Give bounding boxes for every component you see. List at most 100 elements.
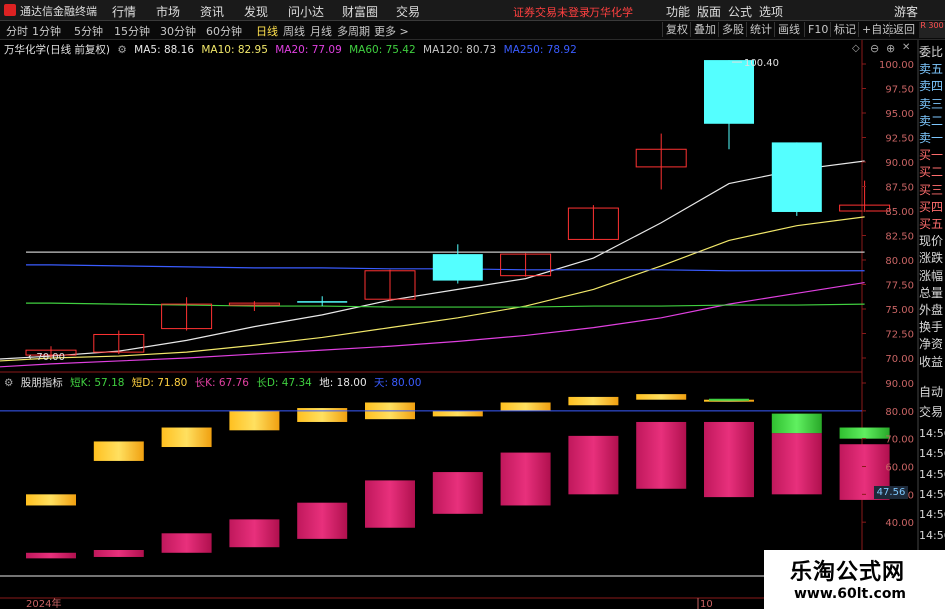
side-lower-label: 14:56 bbox=[919, 467, 945, 481]
side-label: 涨跌 bbox=[919, 251, 944, 266]
side-label: 买五 bbox=[919, 217, 944, 231]
side-label: 收益 bbox=[919, 354, 944, 369]
ma60-label: MA60: 75.42 bbox=[349, 44, 416, 56]
indicator-legend: ⚙ 股朋指标 短K: 57.18 短D: 71.80 长K: 67.76 长D:… bbox=[4, 375, 425, 389]
price-tick-label: 90.00 bbox=[885, 158, 914, 169]
watermark: 乐淘公式网 www.60lt.com bbox=[764, 550, 945, 609]
short-bar bbox=[93, 441, 144, 461]
ma60-line bbox=[26, 302, 865, 308]
close-icon[interactable]: ✕ bbox=[902, 42, 910, 53]
candle-body-down bbox=[771, 142, 822, 212]
price-tick-label: 100.00 bbox=[879, 60, 914, 71]
long-bar bbox=[26, 552, 76, 559]
long-bar bbox=[568, 435, 619, 495]
short-bar-green bbox=[839, 427, 890, 439]
diamond-icon[interactable]: ◇ bbox=[852, 43, 860, 54]
side-label: 卖五 bbox=[919, 62, 944, 77]
side-lower-label: 14:56 bbox=[919, 426, 945, 440]
long-bar bbox=[229, 519, 280, 548]
long-d-label: 长D: 47.34 bbox=[256, 377, 312, 389]
price-tick-label: 82.50 bbox=[885, 232, 914, 243]
side-lower-label: 自动 bbox=[919, 385, 944, 399]
ma20-line bbox=[0, 281, 865, 368]
ma10-label: MA10: 82.95 bbox=[201, 44, 268, 56]
side-label: 卖四 bbox=[919, 79, 944, 94]
side-label: 换手 bbox=[919, 320, 944, 335]
indicator-title[interactable]: 股朋指标 bbox=[21, 377, 63, 389]
side-label: 卖三 bbox=[919, 96, 944, 111]
zoom-out-icon[interactable]: ⊖ bbox=[870, 42, 879, 55]
candle-body-down bbox=[704, 60, 754, 124]
long-bar bbox=[704, 421, 754, 498]
price-tick-label: 77.50 bbox=[885, 281, 914, 292]
di-label: 地: 18.00 bbox=[319, 377, 367, 389]
high-annotation: 100.40 bbox=[744, 58, 779, 69]
long-bar bbox=[432, 472, 483, 514]
short-bar bbox=[500, 402, 551, 411]
side-label: 涨幅 bbox=[919, 268, 944, 283]
ma10-line bbox=[0, 216, 865, 362]
long-bar bbox=[297, 502, 348, 539]
ma250-label: MA250: 78.92 bbox=[503, 44, 577, 56]
long-bar bbox=[93, 550, 144, 557]
axes: 100.00 97.50 95.00 92.50 90.00 87.50 85.00 82.5… bbox=[26, 60, 914, 609]
main-legend: 万华化学(日线 前复权) ⚙ MA5: 88.16 MA10: 82.95 MA… bbox=[4, 42, 581, 56]
side-label: 委比 bbox=[919, 45, 944, 59]
watermark-url: www.60lt.com bbox=[794, 586, 907, 602]
price-tick-label: 87.50 bbox=[885, 183, 914, 194]
long-bar bbox=[365, 480, 415, 528]
side-label: 卖二 bbox=[919, 113, 944, 128]
side-lower-label: 14:56 bbox=[919, 488, 945, 501]
side-label: 现价 bbox=[919, 234, 944, 249]
short-bar bbox=[568, 396, 619, 406]
watermark-title: 乐淘公式网 bbox=[790, 560, 906, 585]
short-bar bbox=[432, 410, 483, 417]
short-bar bbox=[636, 394, 687, 400]
short-bar bbox=[229, 410, 280, 431]
price-tick-label: 75.00 bbox=[885, 305, 914, 316]
side-label: 买二 bbox=[919, 165, 944, 180]
indicator-tick-label: 60.00 bbox=[885, 463, 914, 474]
kline-chart[interactable]: 100.40 ←70.00 100.00 97.50 95.00 92.50 90.00 8… bbox=[0, 0, 945, 609]
price-tick-label: 95.00 bbox=[885, 109, 914, 120]
indicator-current-value: 47.56 bbox=[874, 486, 908, 499]
indicator-tick-label: 80.00 bbox=[885, 407, 914, 418]
price-tick-label: 85.00 bbox=[885, 207, 914, 218]
ma-lines bbox=[0, 160, 865, 368]
side-label: 买四 bbox=[919, 199, 944, 214]
ma5-label: MA5: 88.16 bbox=[134, 44, 194, 56]
settings-icon[interactable]: ⚙ bbox=[117, 44, 126, 56]
candle-body-down bbox=[297, 301, 348, 303]
price-tick-label: 70.00 bbox=[885, 354, 914, 365]
tian-label: 天: 80.00 bbox=[373, 377, 422, 389]
indicator-tick-label: 90.00 bbox=[885, 379, 914, 390]
price-tick-label: 72.50 bbox=[885, 330, 914, 341]
long-bar bbox=[161, 533, 212, 553]
short-bar bbox=[161, 427, 212, 448]
short-d-label: 短D: 71.80 bbox=[131, 377, 188, 389]
side-lower-label: 14:56 bbox=[919, 508, 945, 522]
short-bar-green bbox=[771, 413, 822, 434]
side-lower-label: 交易 bbox=[919, 405, 944, 420]
indicator-settings-icon[interactable]: ⚙ bbox=[4, 377, 13, 389]
long-bar bbox=[771, 433, 822, 495]
price-tick-label: 97.50 bbox=[885, 85, 914, 96]
side-label: 总量 bbox=[919, 285, 944, 300]
ma20-label: MA20: 77.09 bbox=[275, 44, 342, 56]
x-axis-label: 10 bbox=[700, 599, 713, 609]
price-tick-label: 92.50 bbox=[885, 134, 914, 145]
side-lower-label: 14:56 bbox=[919, 528, 945, 542]
stock-title[interactable]: 万华化学(日线 前复权) bbox=[4, 44, 110, 56]
indicator-bars bbox=[0, 394, 890, 577]
side-lower-label: 14:56 bbox=[919, 447, 945, 461]
x-axis-label: 2024年 bbox=[26, 597, 61, 609]
ma5-line bbox=[0, 160, 865, 360]
ma120-label: MA120: 80.73 bbox=[423, 44, 497, 56]
long-bar bbox=[636, 421, 687, 489]
side-label: 净资 bbox=[919, 337, 944, 352]
indicator-tick-label: 70.00 bbox=[885, 435, 914, 446]
indicator-tick-label: 40.00 bbox=[885, 518, 914, 529]
zoom-in-icon[interactable]: ⊕ bbox=[886, 42, 895, 55]
short-bar bbox=[26, 494, 76, 506]
side-label: 买一 bbox=[919, 148, 944, 163]
